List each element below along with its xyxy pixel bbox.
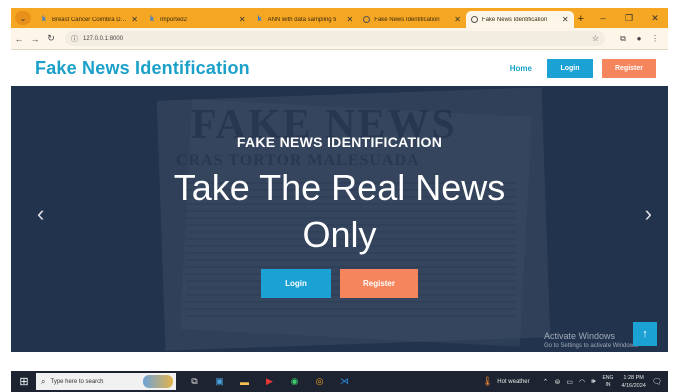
clock[interactable]: 1:28 PM 4/16/2024 — [621, 374, 645, 390]
close-icon[interactable]: ✕ — [454, 15, 461, 24]
hero-carousel: FAKE NEWS CRAS TORTOR MALESUADA FAKE NEW… — [11, 86, 668, 352]
browser-tab[interactable]: k Breast Cancer Coimbra Data ✕ — [35, 11, 143, 28]
tab-strip: ⌄ k Breast Cancer Coimbra Data ✕ k Impor… — [11, 8, 668, 28]
back-to-top-button[interactable]: ↑ — [633, 322, 657, 346]
youtube-icon[interactable]: ▶ — [257, 371, 282, 392]
site-navbar: Fake News Identification Home Login Regi… — [11, 50, 668, 86]
tab-title: Imported2 — [159, 16, 187, 23]
taskbar-apps: ⧉ ▣ ▬ ▶ ◉ ◎ ⋊ — [182, 371, 357, 392]
notification-icon[interactable]: 🗨 — [652, 377, 662, 386]
file-explorer-icon[interactable]: ▬ — [232, 371, 257, 392]
whatsapp-icon[interactable]: ◉ — [282, 371, 307, 392]
weather-widget[interactable]: 🌡 Hot weather — [482, 376, 530, 387]
carousel-next-icon[interactable]: › — [645, 201, 652, 227]
globe-icon — [470, 16, 478, 23]
close-icon[interactable]: ✕ — [131, 15, 138, 24]
hero-title: Take The Real News Only — [173, 167, 506, 255]
chrome-icon[interactable]: ◎ — [307, 371, 332, 392]
maximize-icon[interactable]: ❐ — [616, 13, 642, 24]
globe-icon — [363, 16, 371, 23]
forward-arrow-icon[interactable]: → — [27, 34, 43, 44]
search-highlight-image — [143, 375, 173, 388]
store-icon[interactable]: ▣ — [207, 371, 232, 392]
windows-start-icon[interactable]: ⊞ — [14, 375, 34, 388]
browser-tab-active[interactable]: Fake News Identification ✕ — [465, 11, 574, 28]
chevron-down-icon: ⌄ — [19, 13, 27, 23]
close-icon[interactable]: ✕ — [347, 15, 354, 24]
vscode-icon[interactable]: ⋊ — [332, 371, 357, 392]
reload-icon[interactable]: ↻ — [43, 33, 59, 44]
url-text: 127.0.0.1:8000 — [83, 35, 124, 42]
task-view-icon[interactable]: ⧉ — [182, 371, 207, 392]
tab-title: ANN with data sampling ti — [267, 16, 337, 23]
clock-date: 4/16/2024 — [621, 382, 646, 389]
window-controls: – ❐ ✕ — [590, 8, 668, 28]
tab-title: Fake News Identification — [374, 16, 440, 23]
browser-window: ⌄ k Breast Cancer Coimbra Data ✕ k Impor… — [11, 8, 668, 392]
profile-icon[interactable]: ● — [631, 34, 647, 44]
chevron-up-icon[interactable]: ⌃ — [543, 378, 549, 386]
carousel-prev-icon[interactable]: ‹ — [37, 201, 44, 227]
close-icon[interactable]: ✕ — [239, 15, 246, 24]
network-icon[interactable]: ⊜ — [555, 378, 561, 386]
watermark-line2: Go to Settings to activate Windows. — [544, 343, 639, 349]
taskbar-search-field[interactable]: ⌕ Type here to search — [36, 373, 176, 390]
volume-icon[interactable]: 🕪 — [591, 378, 595, 386]
weather-text: Hot weather — [497, 378, 530, 385]
nav-login-button[interactable]: Login — [547, 58, 593, 78]
minimize-icon[interactable]: – — [590, 13, 616, 23]
new-tab-button[interactable]: + — [578, 13, 584, 25]
close-window-icon[interactable]: ✕ — [642, 13, 668, 24]
region-code: IN — [605, 381, 611, 388]
tab-title: Breast Cancer Coimbra Data — [51, 16, 129, 23]
k-icon: k — [41, 16, 46, 23]
nav-register-button[interactable]: Register — [602, 58, 656, 78]
site-info-icon[interactable]: ⓘ — [71, 34, 78, 44]
taskbar-search-placeholder: Type here to search — [50, 378, 104, 385]
web-page: Fake News Identification Home Login Regi… — [11, 50, 668, 352]
tab-title: Fake News Identification — [481, 16, 548, 23]
k-icon: k — [257, 16, 262, 23]
close-icon[interactable]: ✕ — [562, 15, 569, 24]
address-bar-row: ← → ↻ ⓘ 127.0.0.1:8000 ☆ ⧉ ● ⋮ — [11, 28, 668, 50]
language-indicator[interactable]: ENG IN — [603, 375, 614, 389]
activate-windows-watermark: Activate Windows Go to Settings to activ… — [544, 331, 639, 349]
tab-search-button[interactable]: ⌄ — [15, 11, 31, 25]
nav-links: Home Login Register — [510, 58, 668, 78]
clock-time: 1:28 PM — [623, 374, 644, 381]
nav-home-link[interactable]: Home — [510, 64, 532, 73]
url-field[interactable]: ⓘ 127.0.0.1:8000 ☆ — [65, 31, 605, 46]
battery-icon[interactable]: ▭ — [566, 378, 573, 386]
extensions-icon[interactable]: ⧉ — [615, 34, 631, 44]
browser-tab[interactable]: Fake News Identification ✕ — [358, 11, 466, 28]
wifi-icon[interactable]: ◠ — [579, 378, 585, 386]
hero-register-button[interactable]: Register — [340, 269, 418, 298]
site-logo[interactable]: Fake News Identification — [35, 58, 250, 79]
menu-kebab-icon[interactable]: ⋮ — [647, 34, 663, 44]
hero-login-button[interactable]: Login — [261, 269, 331, 298]
browser-actions: ⧉ ● ⋮ — [615, 34, 663, 44]
browser-tab[interactable]: k ANN with data sampling ti ✕ — [251, 11, 359, 28]
language-code: ENG — [602, 374, 614, 381]
browser-tab[interactable]: k Imported2 ✕ — [143, 11, 251, 28]
hero-kicker: FAKE NEWS IDENTIFICATION — [236, 134, 443, 150]
bookmark-star-icon[interactable]: ☆ — [592, 34, 599, 43]
watermark-line1: Activate Windows — [544, 331, 616, 341]
k-icon: k — [149, 16, 154, 23]
hero-buttons: Login Register — [11, 269, 668, 298]
system-tray: 🌡 Hot weather ⌃ ⊜ ▭ ◠ 🕪 ENG IN 1:28 PM 4… — [482, 374, 668, 390]
thermometer-icon: 🌡 — [481, 376, 494, 386]
arrow-up-icon: ↑ — [642, 328, 648, 340]
search-icon: ⌕ — [41, 376, 46, 386]
windows-taskbar: ⊞ ⌕ Type here to search ⧉ ▣ ▬ ▶ ◉ ◎ ⋊ 🌡 … — [11, 371, 668, 392]
back-arrow-icon[interactable]: ← — [11, 34, 27, 44]
